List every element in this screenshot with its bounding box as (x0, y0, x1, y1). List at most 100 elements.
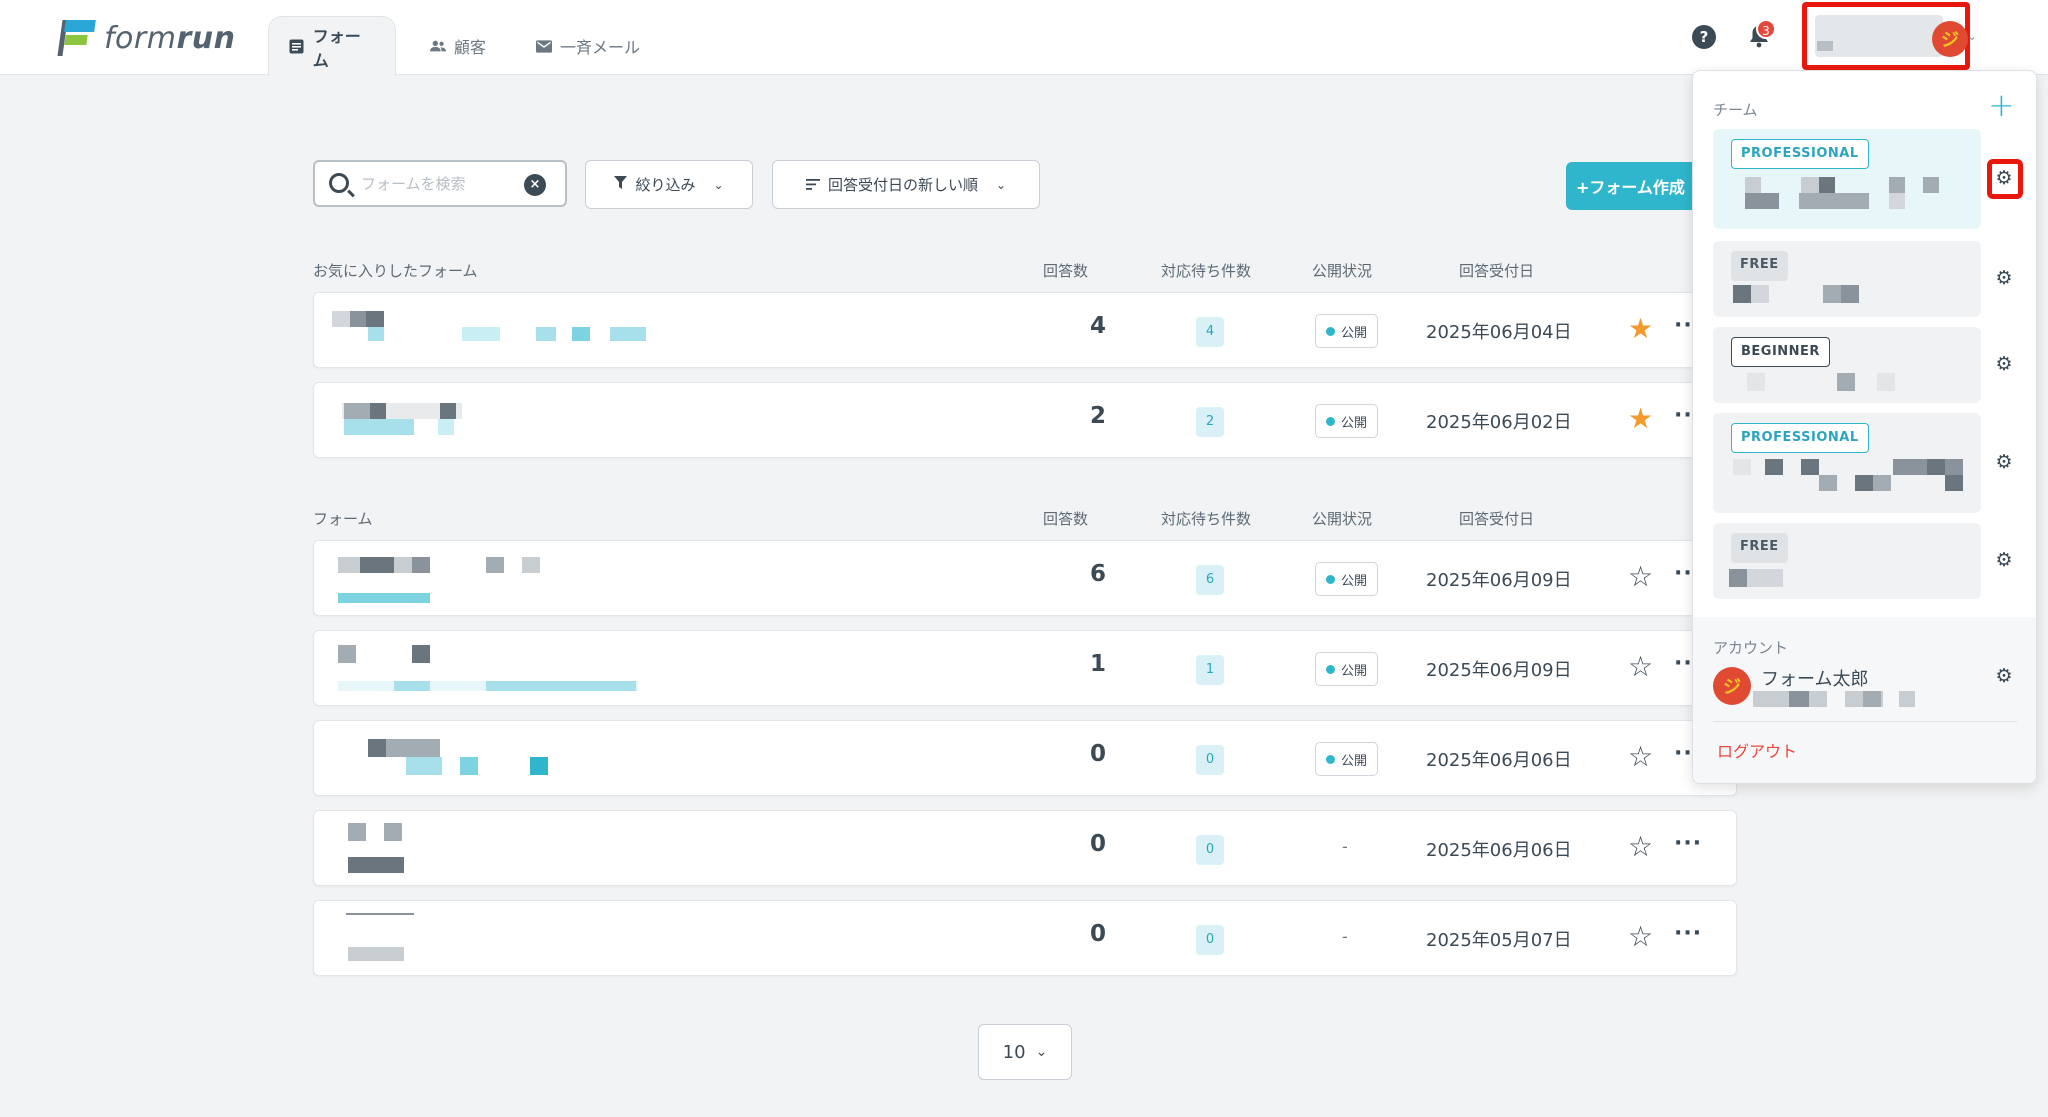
team-card[interactable]: FREE (1713, 241, 1981, 317)
pending-count-badge: 6 (1196, 565, 1224, 595)
search-box: × (313, 160, 567, 207)
received-date: 2025年06月06日 (1426, 840, 1572, 861)
col-date: 回答受付日 (1459, 262, 1535, 280)
star-icon[interactable]: ★ (1628, 313, 1653, 345)
plan-badge: BEGINNER (1731, 337, 1830, 367)
add-team-icon[interactable]: + (1988, 89, 2015, 121)
favorites-title: お気に入りしたフォーム (313, 262, 478, 280)
star-outline-icon[interactable]: ☆ (1628, 741, 1653, 773)
table-row[interactable]: 0 0 - 2025年05月07日 ☆ ··· (313, 900, 1737, 976)
filter-button[interactable]: 絞り込み ⌄ (585, 160, 753, 209)
star-outline-icon[interactable]: ☆ (1628, 831, 1653, 863)
col-status: 公開状況 (1312, 510, 1373, 528)
received-date: 2025年06月09日 (1426, 570, 1572, 591)
tab-bulk-mail-label: 一斉メール (560, 38, 641, 57)
col-status: 公開状況 (1312, 262, 1373, 280)
response-count: 0 (1089, 831, 1106, 857)
plan-badge: FREE (1731, 533, 1788, 563)
pending-count-badge: 0 (1196, 925, 1224, 955)
clear-search-icon[interactable]: × (524, 174, 546, 196)
create-form-button[interactable]: +フォーム作成 (1566, 162, 1706, 210)
team-settings-gear-icon[interactable]: ⚙ (1993, 549, 2015, 571)
team-card[interactable]: PROFESSIONAL (1713, 129, 1981, 229)
tab-forms-label: フォーム (312, 26, 361, 70)
per-page-select[interactable]: 10 ⌄ (978, 1024, 1072, 1080)
response-count: 6 (1089, 561, 1106, 587)
team-settings-gear-icon[interactable]: ⚙ (1993, 353, 2015, 375)
col-responses: 回答数 (1043, 262, 1089, 280)
received-date: 2025年06月04日 (1426, 322, 1572, 343)
table-row[interactable]: 0 0 公開 2025年06月06日 ☆ ··· (313, 720, 1737, 796)
received-date: 2025年06月06日 (1426, 750, 1572, 771)
star-outline-icon[interactable]: ☆ (1628, 651, 1653, 683)
received-date: 2025年06月09日 (1426, 660, 1572, 681)
status-text: - (1342, 837, 1348, 856)
account-menu-panel: チーム + PROFESSIONAL ⚙ FREE ⚙ BEGINNER ⚙ P… (1692, 70, 2037, 784)
chevron-down-icon: ⌄ (1035, 1044, 1048, 1060)
response-count: 0 (1089, 921, 1106, 947)
search-icon (329, 173, 349, 193)
account-settings-gear-icon[interactable]: ⚙ (1993, 665, 2015, 687)
per-page-value: 10 (1002, 1041, 1026, 1063)
response-count: 0 (1089, 741, 1106, 767)
chevron-down-icon: ⌄ (1967, 29, 1978, 43)
account-name: フォーム太郎 (1761, 669, 1869, 690)
col-pending: 対応待ち件数 (1161, 510, 1252, 528)
form-icon (289, 39, 305, 55)
status-badge: 公開 (1315, 404, 1379, 438)
sort-label: 回答受付日の新しい順 (827, 176, 978, 194)
users-icon (430, 38, 446, 54)
tab-forms[interactable]: フォーム (268, 16, 396, 76)
response-count: 4 (1089, 313, 1106, 339)
team-card[interactable]: PROFESSIONAL (1713, 413, 1981, 513)
status-badge: 公開 (1315, 742, 1379, 776)
logo-text: formrun (104, 20, 236, 56)
search-input[interactable] (361, 172, 511, 196)
mail-icon (536, 38, 552, 54)
help-icon[interactable]: ? (1692, 25, 1716, 49)
col-pending: 対応待ち件数 (1161, 262, 1252, 280)
sort-dropdown[interactable]: 回答受付日の新しい順 ⌄ (772, 160, 1040, 209)
response-count: 2 (1089, 403, 1106, 429)
table-row[interactable]: 4 4 公開 2025年06月04日 ★ ··· (313, 292, 1737, 368)
tab-bulk-mail[interactable]: 一斉メール (516, 16, 660, 76)
formrun-logo[interactable]: formrun (56, 18, 236, 58)
logout-link[interactable]: ログアウト (1717, 738, 1797, 762)
table-row[interactable]: 1 1 公開 2025年06月09日 ☆ ··· (313, 630, 1737, 706)
table-row[interactable]: 6 6 公開 2025年06月09日 ☆ ··· (313, 540, 1737, 616)
divider (1713, 721, 2017, 722)
received-date: 2025年05月07日 (1426, 930, 1572, 951)
star-outline-icon[interactable]: ☆ (1628, 561, 1653, 593)
status-badge: 公開 (1315, 314, 1379, 348)
notification-count-badge: 3 (1756, 19, 1776, 39)
star-outline-icon[interactable]: ☆ (1628, 921, 1653, 953)
table-row[interactable]: 0 0 - 2025年06月06日 ☆ ··· (313, 810, 1737, 886)
team-name-redacted (1815, 15, 1943, 57)
more-options-icon[interactable]: ··· (1674, 831, 1702, 856)
team-card[interactable]: FREE (1713, 523, 1981, 599)
filter-icon (614, 175, 628, 194)
team-card[interactable]: BEGINNER (1713, 327, 1981, 403)
account-switcher-button[interactable]: ジ ⌄ (1802, 2, 1977, 70)
received-date: 2025年06月02日 (1426, 412, 1572, 433)
avatar: ジ (1713, 667, 1751, 705)
plan-badge: PROFESSIONAL (1731, 139, 1869, 169)
star-icon[interactable]: ★ (1628, 403, 1653, 435)
team-settings-gear-icon[interactable]: ⚙ (1993, 451, 2015, 473)
more-options-icon[interactable]: ··· (1674, 921, 1702, 946)
favorites-header: お気に入りしたフォーム 回答数 対応待ち件数 公開状況 回答受付日 (313, 260, 1713, 280)
plan-badge: FREE (1731, 251, 1788, 281)
chevron-down-icon: ⌄ (713, 177, 724, 192)
pending-count-badge: 2 (1196, 407, 1224, 437)
avatar: ジ (1932, 21, 1968, 57)
tab-customers[interactable]: 顧客 (410, 16, 506, 76)
tab-customers-label: 顧客 (454, 38, 487, 57)
status-badge: 公開 (1315, 562, 1379, 596)
table-row[interactable]: 2 2 公開 2025年06月02日 ★ ··· (313, 382, 1737, 458)
top-header: formrun フォーム 顧客 一斉メール ? 3 ジ ⌄ (0, 0, 2048, 76)
col-responses: 回答数 (1043, 510, 1089, 528)
pending-count-badge: 0 (1196, 745, 1224, 775)
status-text: - (1342, 927, 1348, 946)
gear-highlight-box (1987, 159, 2023, 199)
team-settings-gear-icon[interactable]: ⚙ (1993, 267, 2015, 289)
